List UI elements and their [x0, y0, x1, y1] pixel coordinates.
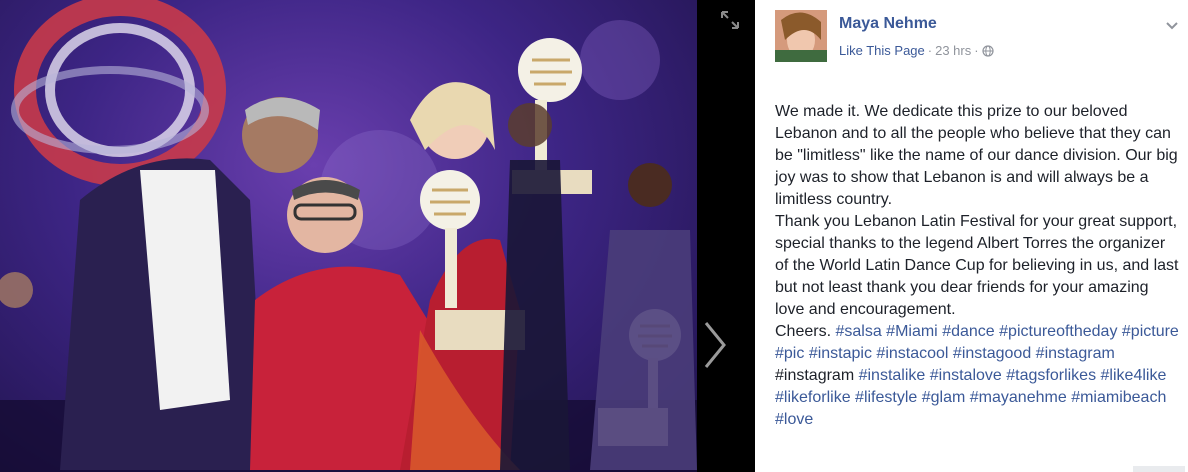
- hashtag-link[interactable]: #like4like: [1101, 367, 1167, 384]
- hashtag-link[interactable]: #instagram: [1036, 345, 1115, 362]
- hashtag-link[interactable]: #miamibeach: [1071, 389, 1166, 406]
- post-photo[interactable]: [0, 0, 697, 472]
- hashtag-link[interactable]: #love: [775, 411, 813, 428]
- hashtag-link[interactable]: #pic: [775, 345, 804, 362]
- chevron-right-icon: [704, 322, 726, 368]
- hashtag-spacer: [1166, 367, 1170, 384]
- post-meta: Like This Page · 23 hrs ·: [839, 43, 994, 58]
- meta-separator-2: ·: [974, 43, 979, 58]
- expand-icon: [721, 11, 739, 29]
- hashtag-spacer: [1166, 389, 1170, 406]
- post-options-button[interactable]: [1165, 18, 1179, 30]
- avatar[interactable]: [775, 10, 827, 62]
- expand-button[interactable]: [718, 8, 742, 32]
- photo-viewer: [0, 0, 755, 472]
- hashtag-link[interactable]: #picture: [1122, 323, 1179, 340]
- hashtag-link[interactable]: #salsa: [835, 323, 881, 340]
- hashtag-link[interactable]: #lifestyle: [855, 389, 917, 406]
- hashtag-link[interactable]: #pictureoftheday: [999, 323, 1117, 340]
- hashtag-link[interactable]: #mayanehme: [970, 389, 1067, 406]
- hashtag-link[interactable]: #Miami: [886, 323, 938, 340]
- next-photo-button[interactable]: [698, 315, 732, 375]
- avatar-image: [775, 10, 827, 62]
- hashtag-link[interactable]: #instalove: [930, 367, 1002, 384]
- hashtag-link[interactable]: #instapic: [809, 345, 872, 362]
- post-side-panel: Maya Nehme Like This Page · 23 hrs · We …: [755, 0, 1188, 472]
- hashtag-list: #salsa #Miami #dance #pictureoftheday #p…: [775, 323, 1183, 428]
- hashtag-link[interactable]: #dance: [942, 323, 995, 340]
- chevron-down-icon: [1166, 22, 1178, 30]
- meta-separator: ·: [927, 43, 933, 58]
- panel-bottom-edge: [1133, 466, 1185, 472]
- hashtag-link[interactable]: #instagood: [953, 345, 1031, 362]
- author-name[interactable]: Maya Nehme: [839, 15, 937, 33]
- hashtag-link[interactable]: #tagsforlikes: [1006, 367, 1096, 384]
- hashtag-spacer: [1179, 323, 1183, 340]
- post-timestamp[interactable]: 23 hrs: [935, 43, 971, 58]
- post-body-intro: We made it. We dedicate this prize to ou…: [775, 103, 1179, 340]
- hashtag-link[interactable]: #likeforlike: [775, 389, 851, 406]
- post-body: We made it. We dedicate this prize to ou…: [775, 101, 1180, 431]
- hashtag-link[interactable]: #glam: [922, 389, 966, 406]
- hashtag-link[interactable]: #instalike: [859, 367, 926, 384]
- hashtag-link[interactable]: #instacool: [876, 345, 948, 362]
- photo-illustration: [0, 0, 697, 472]
- globe-icon[interactable]: [981, 44, 994, 57]
- like-page-link[interactable]: Like This Page: [839, 43, 925, 58]
